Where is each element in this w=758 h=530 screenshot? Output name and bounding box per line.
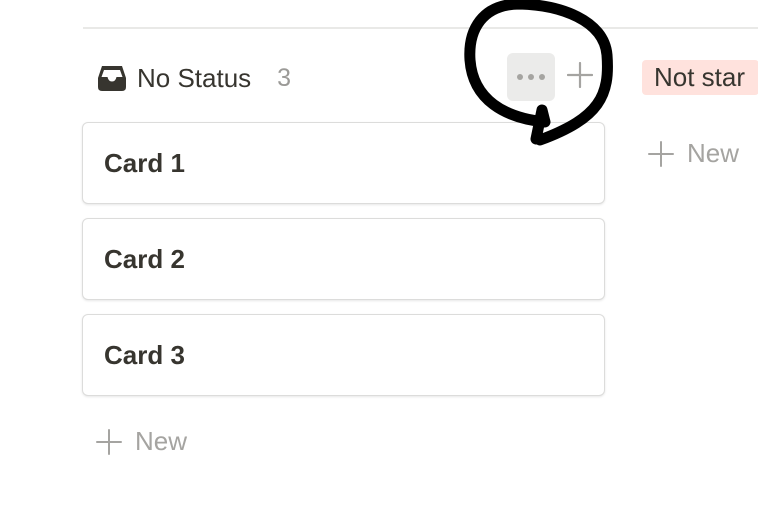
board-card[interactable]: Card 2 <box>82 218 605 300</box>
column-more-button[interactable] <box>507 53 555 101</box>
card-title: Card 1 <box>104 147 185 178</box>
plus-icon <box>566 61 594 93</box>
column-header-no-status: No Status 3 <box>97 56 291 100</box>
inbox-icon <box>97 63 127 93</box>
new-card-label: New <box>135 426 188 456</box>
column-title: No Status <box>137 62 252 93</box>
column-add-button[interactable] <box>563 60 597 94</box>
new-card-button[interactable]: New <box>95 426 187 457</box>
card-title: Card 2 <box>104 243 185 274</box>
more-horizontal-icon <box>516 68 546 86</box>
plus-icon <box>647 140 675 168</box>
column-header-not-started[interactable]: Not star <box>642 60 758 95</box>
board-view: No Status 3 Card 1 Card 2 Card 3 New Not… <box>0 0 758 530</box>
new-card-label: New <box>687 138 740 168</box>
column-title: Not star <box>654 62 746 92</box>
board-card[interactable]: Card 1 <box>82 122 605 204</box>
column-card-count: 3 <box>277 63 292 92</box>
new-card-button[interactable]: New <box>647 138 739 169</box>
card-title: Card 3 <box>104 339 185 370</box>
card-list: Card 1 Card 2 Card 3 <box>82 122 605 410</box>
plus-icon <box>95 428 123 456</box>
header-divider <box>83 27 758 29</box>
board-card[interactable]: Card 3 <box>82 314 605 396</box>
